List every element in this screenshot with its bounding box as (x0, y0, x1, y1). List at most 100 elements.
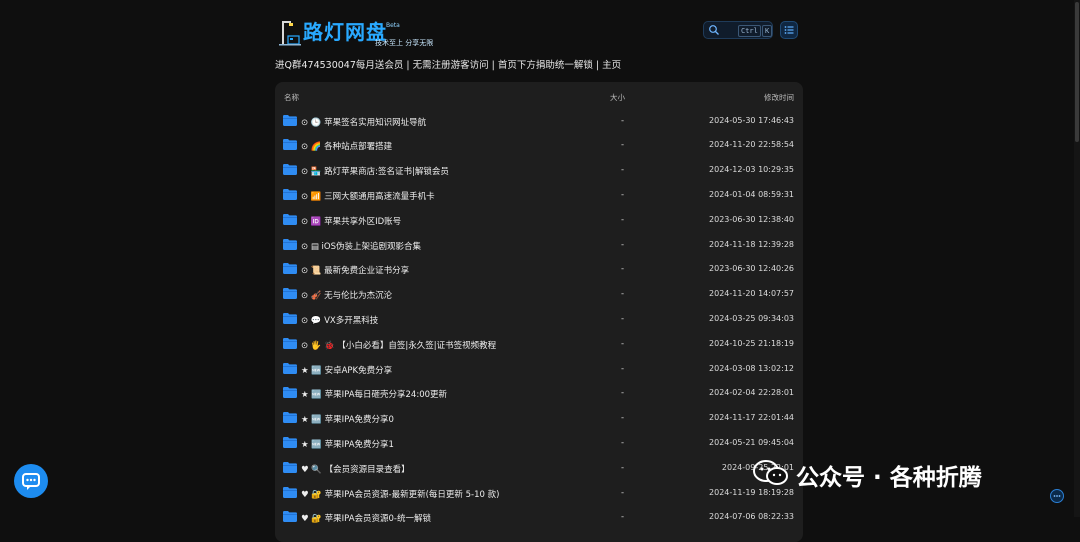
file-name[interactable]: ⊙ 💬 VX多开黑科技 (301, 314, 378, 326)
table-row[interactable]: ⊙ 📜 最新免费企业证书分享 - 2023-06-30 12:40:26 (275, 257, 803, 282)
file-name[interactable]: ⊙ 🏪 路灯苹果商店:签名证书|解锁会员 (301, 165, 449, 177)
file-modified-time: 2024-05-21 09:45:04 (709, 437, 794, 447)
file-size: - (621, 338, 625, 349)
file-modified-time: 2024-03-25 09:34:03 (709, 313, 794, 323)
table-row[interactable]: ♥ 🔍 【会员资源目录查看】 -2024-09-25 22:01 (275, 456, 803, 481)
list-menu-icon (784, 26, 794, 34)
search-button[interactable]: Ctrl K (703, 21, 773, 39)
file-size: - (621, 214, 625, 225)
file-size: - (621, 165, 625, 176)
table-row[interactable]: ★ 🆕 苹果IPA免费分享1 - 2024-05-21 09:45:04 (275, 431, 803, 456)
file-size: - (621, 313, 625, 324)
search-icon (709, 25, 719, 35)
chat-bubble-icon (22, 473, 40, 490)
file-size: - (621, 140, 625, 151)
table-row[interactable]: ★ 🆕 苹果IPA免费分享0 - 2024-11-17 22:01:44 (275, 406, 803, 431)
column-header-name[interactable]: 名称 (284, 92, 299, 103)
logo-beta: Beta (386, 22, 400, 29)
file-name[interactable]: ★ 🆕 苹果IPA免费分享1 (301, 438, 394, 450)
file-modified-time: 2024-12-03 10:29:35 (709, 165, 794, 175)
table-row[interactable]: ★ 🆕 安卓APK免费分享 - 2024-03-08 13:02:12 (275, 357, 803, 382)
folder-icon (283, 213, 297, 225)
file-size: - (621, 115, 625, 126)
file-modified-time: 2023-06-30 12:40:26 (709, 264, 794, 274)
folder-icon (283, 312, 297, 324)
table-row[interactable]: ★ 🆕 苹果IPA每日砸壳分享24:00更新 - 2024-02-04 22:28:… (275, 381, 803, 406)
folder-icon (283, 486, 297, 498)
file-modified-time: 2024-11-18 12:39:28 (709, 239, 794, 249)
file-modified-time: 2024-11-17 22:01:44 (709, 413, 794, 423)
file-modified-time: 2024-02-04 22:28:01 (709, 388, 794, 398)
more-button[interactable] (1050, 489, 1064, 503)
table-row[interactable]: ⊙ 💬 VX多开黑科技 - 2024-03-25 09:34:03 (275, 307, 803, 332)
table-row[interactable]: ♥ 🔐 苹果IPA会员资源0-统一解锁 -2024-07-06 08:22:33 (275, 505, 803, 530)
folder-icon (283, 139, 297, 151)
table-row[interactable]: ⊙ 🏪 路灯苹果商店:签名证书|解锁会员 - 2024-12-03 10:29:35 (275, 158, 803, 183)
watermark-text: 公众号 · 各种折腾 (796, 465, 982, 491)
file-size: - (621, 289, 625, 300)
wechat-icon (753, 460, 788, 485)
table-row[interactable]: ♥ 🔐 苹果IPA会员资源-最新更新(每日更新 5-10 款) - 2024-11-… (275, 481, 803, 506)
file-size: - (621, 189, 625, 200)
file-name[interactable]: ⊙ 🖐 🐞 【小白必看】自签|永久签|证书签视频教程 (301, 339, 496, 351)
site-logo[interactable]: 路灯网盘 Beta 技术至上 分享无限 (279, 18, 439, 47)
table-row[interactable]: ⊙ 📶 三网大额通用高速流量手机卡 - 2024-01-04 08:59:31 (275, 183, 803, 208)
table-row[interactable]: ⊙ 🌈 各种站点部署搭建 - 2024-11-20 22:58:54 (275, 133, 803, 158)
table-row[interactable]: ⊙ 🎻 无与伦比为杰沉沦 - 2024-11-20 14:07:57 (275, 282, 803, 307)
file-size: - (621, 462, 625, 473)
file-modified-time: 2024-11-20 14:07:57 (709, 289, 794, 299)
file-name[interactable]: ⊙ 🆔 苹果共享外区ID账号 (301, 215, 401, 227)
table-row[interactable]: ⊙ 🕒 苹果签名实用知识网址导航 - 2024-05-30 17:46:43 (275, 109, 803, 134)
file-name[interactable]: ♥ 🔍 【会员资源目录查看】 (301, 463, 410, 475)
shortcut-k-key: K (762, 25, 773, 37)
file-name[interactable]: ★ 🆕 苹果IPA每日砸壳分享24:00更新 (301, 388, 447, 400)
file-name[interactable]: ⊙ 📜 最新免费企业证书分享 (301, 264, 409, 276)
file-name[interactable]: ♥ 🔐 苹果IPA会员资源-最新更新(每日更新 5-10 款) (301, 488, 499, 500)
chat-button[interactable] (14, 464, 48, 498)
folder-icon (283, 263, 297, 275)
folder-icon (283, 362, 297, 374)
scrollbar-thumb[interactable] (1075, 2, 1079, 142)
file-name[interactable]: ⊙ 📶 三网大额通用高速流量手机卡 (301, 190, 435, 202)
file-list-panel: 名称 大小 修改时间 ⊙ 🕒 苹果签名实用知识网址导航 - 2024-05-30 1… (275, 82, 803, 542)
file-name[interactable]: ★ 🆕 苹果IPA免费分享0 (301, 413, 394, 425)
table-row[interactable]: ⊙ 🖐 🐞 【小白必看】自签|永久签|证书签视频教程 - 2024-10-25 21… (275, 332, 803, 357)
folder-icon (283, 387, 297, 399)
shortcut-ctrl-key: Ctrl (738, 25, 761, 37)
file-modified-time: 2023-06-30 12:38:40 (709, 214, 794, 224)
file-name[interactable]: ★ 🆕 安卓APK免费分享 (301, 364, 392, 376)
folder-icon (283, 238, 297, 250)
folder-icon (283, 288, 297, 300)
column-header-size[interactable]: 大小 (610, 92, 625, 103)
file-name[interactable]: ⊙ 🎻 无与伦比为杰沉沦 (301, 289, 392, 301)
logo-slogan: 技术至上 分享无限 (375, 39, 434, 47)
file-modified-time: 2024-01-04 08:59:31 (709, 189, 794, 199)
column-header-modified[interactable]: 修改时间 (764, 92, 794, 103)
file-list-header: 名称 大小 修改时间 (275, 82, 803, 110)
file-name[interactable]: ⊙ ▤ iOS伪装上架追剧观影合集 (301, 240, 421, 252)
file-name[interactable]: ♥ 🔐 苹果IPA会员资源0-统一解锁 (301, 512, 431, 524)
folder-icon (283, 188, 297, 200)
more-icon (1053, 495, 1061, 497)
file-modified-time: 2024-05-30 17:46:43 (709, 115, 794, 125)
table-row[interactable]: ⊙ ▤ iOS伪装上架追剧观影合集 - 2024-11-18 12:39:28 (275, 233, 803, 258)
file-modified-time: 2024-11-20 22:58:54 (709, 140, 794, 150)
folder-icon (283, 164, 297, 176)
folder-icon (283, 337, 297, 349)
file-size: - (621, 264, 625, 275)
file-name[interactable]: ⊙ 🌈 各种站点部署搭建 (301, 140, 392, 152)
header: 路灯网盘 Beta 技术至上 分享无限 Ctrl K (275, 14, 803, 48)
folder-icon (283, 461, 297, 473)
file-size: - (621, 437, 625, 448)
file-size: - (621, 388, 625, 399)
file-modified-time: 2024-03-08 13:02:12 (709, 363, 794, 373)
file-size: - (621, 239, 625, 250)
announcement-text[interactable]: 进Q群474530047每月送会员 | 无需注册游客访问 | 首页下方捐助统一解… (275, 57, 803, 71)
page-scrollbar[interactable] (1074, 0, 1080, 517)
file-modified-time: 2024-10-25 21:18:19 (709, 338, 794, 348)
folder-icon (283, 436, 297, 448)
list-menu-button[interactable] (780, 21, 798, 39)
table-row[interactable]: ⊙ 🆔 苹果共享外区ID账号 - 2023-06-30 12:38:40 (275, 208, 803, 233)
file-size: - (621, 512, 625, 523)
file-name[interactable]: ⊙ 🕒 苹果签名实用知识网址导航 (301, 116, 426, 128)
